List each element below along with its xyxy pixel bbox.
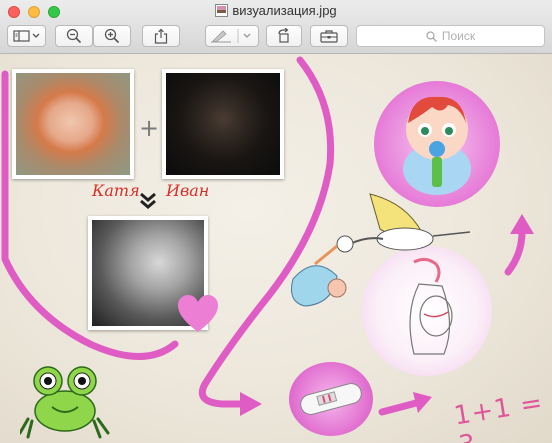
rotate-button[interactable]: [266, 25, 302, 47]
toolbox-button[interactable]: [310, 25, 348, 47]
sidebar-icon: [12, 30, 39, 42]
name-katya: Катя: [92, 181, 140, 200]
zoom-out-button[interactable]: [55, 25, 93, 47]
stork-illustration: [291, 193, 471, 307]
zoom-in-icon: [104, 28, 120, 44]
window-title-text: визуализация.jpg: [232, 3, 337, 18]
photo-katya: [12, 69, 134, 179]
zoom-out-icon: [66, 28, 82, 44]
image-canvas[interactable]: + Катя Иван 1+1 =: [0, 54, 552, 443]
markup-button[interactable]: [205, 25, 259, 47]
sidebar-toggle-button[interactable]: [7, 25, 46, 47]
zoom-in-button[interactable]: [93, 25, 131, 47]
frog-illustration: [20, 366, 110, 439]
baby-illustration: [403, 96, 471, 195]
share-button[interactable]: [142, 25, 180, 47]
image-file-icon: [215, 4, 229, 17]
toolbox-icon: [320, 30, 338, 43]
search-field[interactable]: Поиск: [356, 25, 545, 47]
photo-ivan: [162, 69, 284, 179]
search-icon: [426, 30, 437, 42]
name-ivan: Иван: [166, 181, 210, 200]
preview-window: визуализация.jpg Поиск + Катя Иван 1+1 =: [0, 0, 552, 443]
share-icon: [154, 28, 168, 44]
double-chevron-down-icon: [140, 192, 156, 209]
heart-icon: [178, 295, 218, 332]
title-bar[interactable]: визуализация.jpg Поиск: [0, 0, 552, 54]
window-title: визуализация.jpg: [0, 3, 552, 18]
plus-sign: +: [139, 114, 160, 142]
search-placeholder: Поиск: [441, 29, 476, 43]
pregnancy-test-icon: [300, 383, 362, 415]
rotate-icon: [278, 28, 289, 43]
pen-icon: [211, 29, 251, 43]
